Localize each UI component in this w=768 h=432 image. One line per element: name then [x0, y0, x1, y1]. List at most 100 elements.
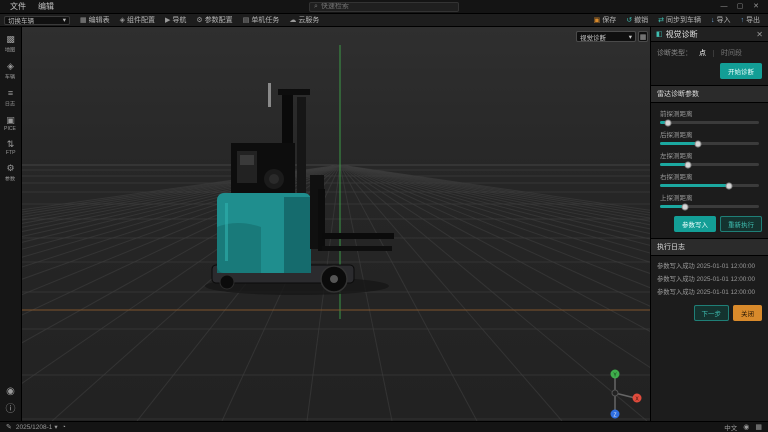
panel-close-icon[interactable]: ✕: [756, 30, 763, 39]
export-icon: ↑: [741, 17, 745, 24]
radar-sliders: 前探测距离 后探测距离 左探测距离 右探测距离 上探测距离: [651, 103, 768, 213]
user-icon: ◉: [6, 387, 15, 397]
maximize-button[interactable]: ▢: [732, 0, 748, 14]
toolbar-button-label: 导航: [172, 15, 186, 25]
toolbar-button-label: 单机任务: [251, 15, 279, 25]
start-diagnosis-button[interactable]: 开始诊断: [720, 63, 762, 79]
titlebar: 文件 编辑 ⌕ — ▢ ✕: [0, 0, 768, 14]
slider-handle[interactable]: [694, 140, 701, 147]
slider-track[interactable]: [660, 205, 759, 208]
layout-grid-icon[interactable]: ▦: [755, 424, 762, 431]
sidebar-item-about[interactable]: ⓘ: [6, 405, 16, 415]
slider-handle[interactable]: [664, 119, 671, 126]
action-label: 撤销: [634, 15, 648, 25]
sidebar-item-user[interactable]: ◉: [6, 387, 16, 397]
option-divider: [713, 50, 714, 57]
toolbar-button-label: 组件配置: [127, 15, 155, 25]
toolbar-actions: ▣ 保存 ↺ 撤销 ⇄ 同步到车辆 ↓ 导入 ↑ 导出: [590, 15, 764, 26]
sidebar-item-vehicle[interactable]: ◈ 车辆: [4, 62, 16, 81]
global-search[interactable]: ⌕: [309, 2, 459, 12]
toolbar-button-param-config[interactable]: ⚙ 参数配置: [192, 15, 236, 26]
task-icon: ▤: [243, 17, 250, 24]
toolbar-button-component-config[interactable]: ◈ 组件配置: [116, 15, 159, 26]
action-label: 导出: [746, 15, 760, 25]
toolbar-button-navigation[interactable]: ▶ 导航: [161, 15, 190, 26]
viewport-layout-button[interactable]: ▦: [638, 31, 648, 42]
project-name: 2025/1208-1: [16, 424, 53, 431]
pice-icon: ▣: [6, 116, 15, 125]
viewport-3d[interactable]: X Y Z 视觉诊断 ▾ ▦: [22, 27, 650, 421]
slider-track[interactable]: [660, 121, 759, 124]
sidebar-item-map[interactable]: ▩ 地图: [4, 35, 16, 54]
import-button[interactable]: ↓ 导入: [707, 15, 735, 26]
slider-handle[interactable]: [684, 161, 691, 168]
sidebar-item-logs[interactable]: ≡ 日志: [4, 89, 16, 108]
slider-front-distance: 前探测距离: [651, 106, 768, 127]
slider-track[interactable]: [660, 163, 759, 166]
statusbar-right: 中文 ◉ ▦: [724, 422, 762, 432]
action-label: 导入: [717, 15, 731, 25]
table-icon: ▦: [80, 17, 87, 24]
sidebar-item-label: 地图: [5, 46, 15, 54]
bell-icon[interactable]: ◉: [743, 424, 749, 431]
panel-title: 视觉诊断: [666, 29, 698, 40]
toolbar-button-label: 编辑表: [89, 15, 110, 25]
slider-handle[interactable]: [681, 203, 688, 210]
undo-icon: ↺: [626, 17, 632, 24]
vision-diagnosis-panel: ◧ 视觉诊断 ✕ 诊断类型： 点 时间段 开始诊断 雷达诊断参数 前探测距离 后…: [650, 27, 768, 421]
slider-track[interactable]: [660, 142, 759, 145]
toolbar-button-label: 参数配置: [205, 15, 233, 25]
vehicle-switcher[interactable]: 切换车辆 ▾: [4, 16, 70, 25]
sync-icon: ⇄: [658, 17, 664, 24]
slider-label: 右探测距离: [660, 171, 759, 181]
type-option-point[interactable]: 点: [697, 48, 708, 58]
info-icon: ⓘ: [6, 405, 16, 415]
sidebar-item-label: 参数: [5, 175, 15, 183]
viewport-mode-select[interactable]: 视觉诊断 ▾: [576, 31, 636, 42]
save-button[interactable]: ▣ 保存: [590, 15, 621, 26]
sidebar-item-pice[interactable]: ▣ PICE: [3, 116, 17, 132]
statusbar: ✎ 2025/1208-1 ▾ ◔ 中文 ◉ ▦: [0, 421, 768, 432]
next-step-button[interactable]: 下一步: [694, 305, 730, 321]
search-input[interactable]: [321, 3, 454, 10]
slider-fill: [660, 184, 729, 187]
toolbar-button-cloud-service[interactable]: ☁ 云服务: [285, 15, 323, 26]
import-icon: ↓: [711, 17, 715, 24]
slider-track[interactable]: [660, 184, 759, 187]
axis-gizmo[interactable]: X Y Z: [611, 370, 642, 419]
close-panel-button[interactable]: 关闭: [733, 305, 762, 321]
robot-model[interactable]: [205, 83, 394, 295]
start-row: 开始诊断: [651, 61, 768, 85]
history-clock-icon[interactable]: ◔: [62, 424, 66, 431]
close-button[interactable]: ✕: [748, 0, 764, 14]
viewport-canvas[interactable]: X Y Z: [22, 27, 650, 421]
minimize-button[interactable]: —: [716, 0, 732, 14]
sidebar-item-ftp[interactable]: ⇅ FTP: [5, 140, 16, 156]
exec-log-list: 参数写入成功 2025-01-01 12:00:00 参数写入成功 2025-0…: [651, 256, 768, 301]
menu-file[interactable]: 文件: [4, 1, 32, 12]
toolbar-button-label: 云服务: [298, 15, 319, 25]
project-selector[interactable]: 2025/1208-1 ▾: [16, 423, 58, 431]
menu-edit[interactable]: 编辑: [32, 1, 60, 12]
vehicle-switcher-label: 切换车辆: [8, 15, 34, 25]
type-option-timerange[interactable]: 时间段: [719, 48, 744, 58]
language-switcher[interactable]: 中文: [724, 422, 737, 432]
action-label: 保存: [602, 15, 616, 25]
write-params-button[interactable]: 参数写入: [674, 216, 716, 232]
radar-buttons-row: 参数写入 重新执行: [651, 213, 768, 238]
sidebar-item-params[interactable]: ⚙ 参数: [4, 164, 16, 183]
edit-pencil-icon: ✎: [6, 424, 12, 431]
export-button[interactable]: ↑ 导出: [737, 15, 765, 26]
slider-handle[interactable]: [726, 182, 733, 189]
re-execute-button[interactable]: 重新执行: [720, 216, 762, 232]
chevron-down-icon: ▾: [54, 423, 57, 431]
sidebar-item-label: 车辆: [5, 73, 15, 81]
undo-button[interactable]: ↺ 撤销: [622, 15, 652, 26]
toolbar-button-edit-table[interactable]: ▦ 编辑表: [76, 15, 114, 26]
sidebar-item-label: FTP: [6, 150, 16, 155]
sync-to-vehicle-button[interactable]: ⇄ 同步到车辆: [654, 15, 705, 26]
navigate-icon: ▶: [165, 17, 170, 24]
grid-icon: ▦: [640, 33, 647, 41]
toolbar-button-single-task[interactable]: ▤ 单机任务: [239, 15, 284, 26]
sidebar: ▩ 地图 ◈ 车辆 ≡ 日志 ▣ PICE ⇅ FTP ⚙ 参数 ◉ ⓘ: [0, 27, 22, 421]
